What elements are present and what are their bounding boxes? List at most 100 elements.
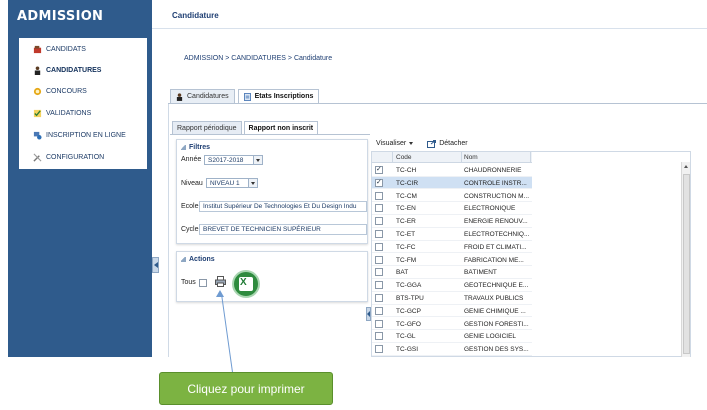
ecole-label: Ecole [181,203,199,210]
cell-code: TC-FM [396,256,417,264]
detacher-label: Détacher [439,140,468,147]
table-row[interactable]: TC-GSI GESTION DES SYS... [372,343,532,356]
report-icon [243,92,251,101]
sidebar-item-inscription-en-ligne[interactable]: INSCRIPTION EN LIGNE [19,125,147,145]
sidebar-item-label: CANDIDATURES [46,66,102,74]
row-checkbox[interactable] [375,294,383,302]
sidebar-item-configuration[interactable]: CONFIGURATION [19,147,147,167]
tab-label: Etats Inscriptions [254,93,314,100]
row-checkbox[interactable] [375,217,383,226]
person-icon [34,65,41,75]
table-row[interactable]: TC-ET ELECTROTECHNIQ... [372,228,532,241]
niveau-value: NIVEAU 1 [210,179,240,187]
row-checkbox[interactable] [375,230,383,238]
header-divider [152,28,707,29]
cell-nom: CONTROLE INSTR... [464,179,527,187]
cell-nom: BÂTIMENT [464,269,497,277]
cycle-field[interactable]: BREVET DE TECHNICIEN SUPÉRIEUR [199,224,367,235]
print-callout: Cliquez pour imprimer [159,372,333,405]
sidebar-item-label: VALIDATIONS [46,109,92,117]
row-checkbox[interactable] [375,268,383,277]
scroll-up-icon[interactable] [684,165,688,168]
ecole-field[interactable]: Institut Supérieur De Technologies Et Du… [199,201,367,212]
table-row[interactable]: BTS-TPU TRAVAUX PUBLICS [372,292,532,305]
tous-checkbox[interactable] [199,279,207,287]
row-checkbox[interactable] [375,332,383,341]
table-row[interactable]: TC-CH CHAUDRONNERIE [372,164,532,177]
cell-code: TC-ER [396,218,416,226]
table-row[interactable]: BAT BÂTIMENT [372,266,532,280]
row-checkbox[interactable] [375,306,383,315]
cell-code: TC-FC [396,243,416,251]
scrollbar-thumb[interactable] [683,174,690,354]
table-row[interactable]: TC-GFO GESTION FORESTI... [372,318,532,331]
row-checkbox[interactable] [375,242,383,251]
row-checkbox[interactable] [375,204,383,213]
cell-code: BTS-TPU [396,295,424,302]
annee-value: S2017-2018 [208,156,244,164]
table-row[interactable]: TC-FC FROID ET CLIMATI... [372,241,532,254]
grid-scrollbar[interactable] [681,162,690,357]
row-checkbox[interactable] [375,191,383,200]
panel-grip-icon [181,257,186,262]
actions-panel: Actions Tous [176,251,368,302]
table-row[interactable]: TC-EN ELECTRONIQUE [372,202,532,216]
sidebar-item-candidats[interactable]: CANDIDATS [19,39,147,59]
table-row[interactable]: TC-GL GENIE LOGICIEL [372,330,532,344]
app-brand: ADMISSION [17,9,104,24]
cell-code: BAT [396,269,409,277]
panel-grip-icon [181,145,186,150]
tab-rapport-non-inscrit[interactable]: Rapport non inscrit [243,121,319,134]
table-row[interactable]: TC-CM CONSTRUCTION M... [372,190,532,203]
row-checkbox[interactable] [375,319,383,328]
table-row[interactable]: TC-CIR CONTROLE INSTR... [372,176,532,190]
annee-select[interactable]: S2017-2018 [204,155,263,165]
person-icon [176,92,183,101]
tous-label: Tous [181,279,196,286]
row-checkbox[interactable] [375,281,383,290]
row-checkbox[interactable] [375,165,383,174]
actions-title-text: Actions [189,256,215,263]
row-checkbox[interactable] [375,178,383,187]
printer-icon[interactable] [215,276,226,287]
cell-code: TC-ET [396,231,416,238]
sidebar-item-concours[interactable]: CONCOURS [19,81,147,101]
sidebar-item-validations[interactable]: VALIDATIONS [19,103,147,123]
filters-title-text: Filtres [189,144,211,151]
sidebar-item-label: INSCRIPTION EN LIGNE [46,131,126,139]
table-row[interactable]: TC-FM FABRICATION ME... [372,254,532,267]
column-separator [530,152,531,163]
column-header-code[interactable]: Code [396,154,412,161]
cell-nom: GESTION FORESTI... [464,320,529,328]
sidebar-collapse-button[interactable] [152,257,159,273]
niveau-label: Niveau [181,180,203,187]
cell-code: TC-GGA [396,282,422,290]
column-header-nom[interactable]: Nom [464,154,478,161]
sidebar-item-label: CONCOURS [46,87,87,95]
cell-code: TC-GCP [396,307,421,315]
tab-etats-inscriptions[interactable]: Etats Inscriptions [237,89,320,103]
table-row[interactable]: TC-GCP GENIE CHIMIQUE ... [372,305,532,318]
filters-panel: Filtres Année S2017-2018 Niveau NIVEAU 1… [176,139,368,244]
detacher-button[interactable]: Détacher [422,139,468,148]
table-row[interactable]: TC-GGA GEOTECHNIQUE E... [372,279,532,292]
report-tabs: Rapport périodique Rapport non inscrit [172,121,320,134]
cell-nom: FROID ET CLIMATI... [464,243,527,251]
niveau-select[interactable]: NIVEAU 1 [206,178,258,188]
column-separator [392,152,393,163]
tab-rapport-periodique[interactable]: Rapport périodique [172,121,242,134]
table-row[interactable]: TC-ER ENERGIE RENOUV... [372,215,532,228]
excel-export-icon[interactable] [232,270,260,298]
cell-nom: TRAVAUX PUBLICS [464,295,524,302]
cell-code: TC-CM [396,192,417,200]
cell-nom: FABRICATION ME... [464,256,524,264]
actions-title: Actions [181,256,215,263]
visualiser-button[interactable]: Visualiser [371,140,414,147]
row-checkbox[interactable] [375,255,383,264]
cell-code: TC-CH [396,167,417,174]
breadcrumb: ADMISSION > CANDIDATURES > Candidature [184,55,333,62]
sidebar-item-candidatures[interactable]: CANDIDATURES [19,60,147,80]
row-checkbox[interactable] [375,345,383,354]
tab-candidatures[interactable]: Candidatures [170,89,235,103]
cell-nom: GESTION DES SYS... [464,346,529,354]
